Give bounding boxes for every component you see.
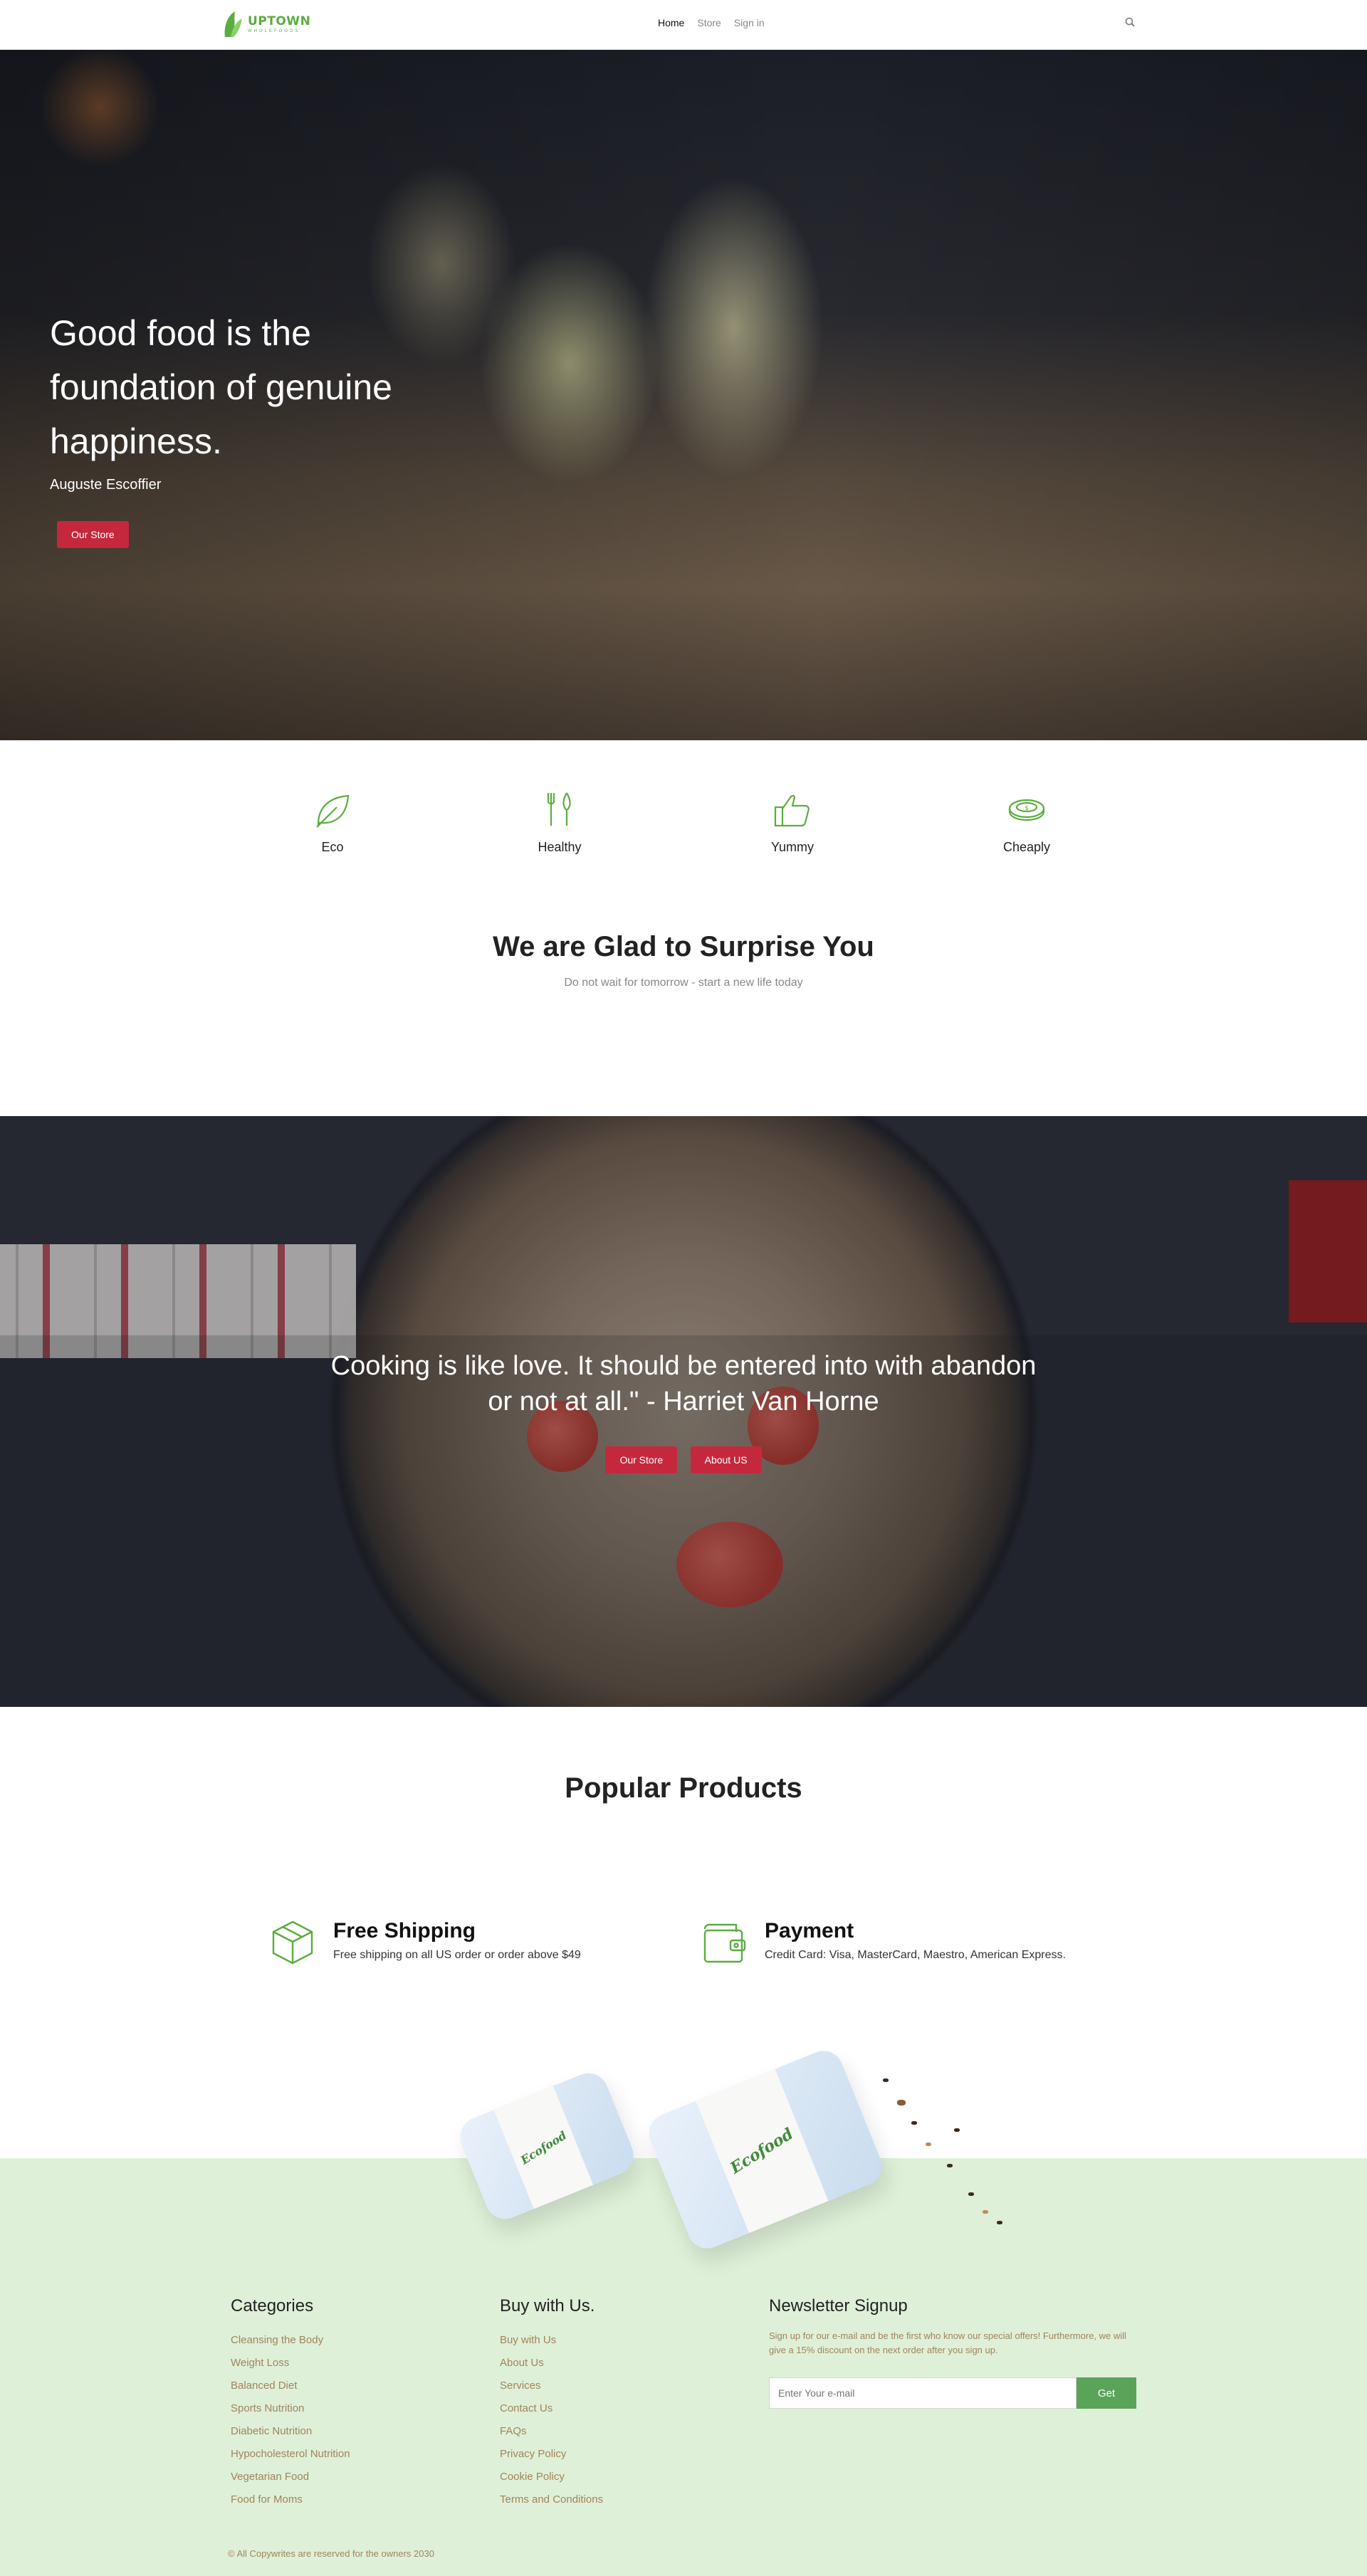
payment-title: Payment xyxy=(765,1919,854,1942)
feature-yummy: Yummy xyxy=(735,790,849,855)
copyright: © All Copywrites are reserved for the ow… xyxy=(228,2548,434,2559)
crumb-decoration xyxy=(947,2164,953,2167)
wallet-icon xyxy=(703,1923,746,1963)
features-section: Eco Healthy Yummy $ Cheaply We are Glad … xyxy=(0,740,1367,1118)
product-label: Ecofood xyxy=(518,2128,569,2167)
fork-knife-icon xyxy=(547,792,571,826)
buy-link[interactable]: Contact Us xyxy=(500,2397,603,2420)
leaf-icon xyxy=(316,794,350,828)
category-link[interactable]: Vegetarian Food xyxy=(231,2466,350,2488)
payment-text: Credit Card: Visa, MasterCard, Maestro, … xyxy=(765,1949,1066,1961)
feature-healthy: Healthy xyxy=(503,790,617,855)
newsletter-get-button[interactable]: Get xyxy=(1077,2377,1136,2409)
feature-label: Healthy xyxy=(538,840,582,854)
logo[interactable]: UPTOWN WHOLEFOODS xyxy=(222,10,310,38)
surprise-title: We are Glad to Surprise You xyxy=(493,931,874,962)
product-box-large: Ecofood xyxy=(643,2044,888,2255)
quote-our-store-button[interactable]: Our Store xyxy=(605,1446,678,1473)
product-boxes-image: Ecofood Ecofood xyxy=(454,2044,1054,2278)
buy-link[interactable]: Privacy Policy xyxy=(500,2443,603,2466)
buy-link[interactable]: About Us xyxy=(500,2352,603,2375)
nav-store[interactable]: Store xyxy=(697,17,721,28)
newsletter-form: Get xyxy=(769,2377,1136,2409)
buy-title: Buy with Us. xyxy=(500,2296,595,2315)
shipping-title: Free Shipping xyxy=(333,1919,476,1942)
hero-banner: Good food is the foundation of genuine h… xyxy=(0,50,1367,740)
categories-title: Categories xyxy=(231,2296,314,2315)
buy-link[interactable]: FAQs xyxy=(500,2420,603,2443)
buy-link[interactable]: Buy with Us xyxy=(500,2329,603,2352)
hero-title: Good food is the foundation of genuine h… xyxy=(50,313,392,461)
payment-block: Payment Credit Card: Visa, MasterCard, M… xyxy=(701,1919,1066,1966)
popular-products-title: Popular Products xyxy=(565,1772,802,1804)
crumb-decoration xyxy=(883,2078,889,2082)
feature-cheaply: $ Cheaply xyxy=(970,790,1084,855)
nav-sign-in[interactable]: Sign in xyxy=(734,17,765,28)
quote-buttons: Our Store About US xyxy=(0,1446,1367,1473)
category-link[interactable]: Weight Loss xyxy=(231,2352,350,2375)
crumb-decoration xyxy=(911,2121,917,2125)
free-shipping-block: Free Shipping Free shipping on all US or… xyxy=(269,1919,581,1966)
nav-home[interactable]: Home xyxy=(658,17,684,28)
buy-link[interactable]: Services xyxy=(500,2375,603,2397)
category-link[interactable]: Cleansing the Body xyxy=(231,2329,350,2352)
coins-icon: $ xyxy=(1008,799,1045,821)
logo-tagline: WHOLEFOODS xyxy=(248,28,300,33)
quote-top-overlay xyxy=(0,1116,1367,1335)
quote-banner: Cooking is like love. It should be enter… xyxy=(0,1116,1367,1707)
hero-author: Auguste Escoffier xyxy=(50,477,162,493)
crumb-decoration xyxy=(926,2143,931,2146)
crumb-decoration xyxy=(983,2210,988,2214)
site-header: UPTOWN WHOLEFOODS Home Store Sign in xyxy=(0,0,1367,50)
quote-text: Cooking is like love. It should be enter… xyxy=(330,1351,1037,1416)
hero-our-store-button[interactable]: Our Store xyxy=(57,521,129,548)
feature-eco: Eco xyxy=(276,790,389,855)
feature-label: Yummy xyxy=(770,840,814,854)
svg-text:$: $ xyxy=(1025,805,1029,812)
category-link[interactable]: Diabetic Nutrition xyxy=(231,2420,350,2443)
newsletter-title: Newsletter Signup xyxy=(769,2296,908,2315)
footer-categories: Categories Cleansing the Body Weight Los… xyxy=(231,2296,350,2511)
crumb-decoration xyxy=(954,2128,960,2132)
quote-about-us-button[interactable]: About US xyxy=(690,1446,762,1473)
crumb-decoration xyxy=(968,2192,974,2196)
category-link[interactable]: Sports Nutrition xyxy=(231,2397,350,2420)
feature-label: Eco xyxy=(321,840,344,854)
category-link[interactable]: Balanced Diet xyxy=(231,2375,350,2397)
shipping-text: Free shipping on all US order or order a… xyxy=(333,1949,581,1961)
thumbs-up-icon xyxy=(774,794,810,827)
main-nav: Home Store Sign in xyxy=(658,17,765,28)
crumb-decoration xyxy=(897,2100,906,2106)
search-icon[interactable] xyxy=(1125,17,1135,31)
footer-newsletter: Newsletter Signup Sign up for our e-mail… xyxy=(769,2296,1139,2409)
crumb-decoration xyxy=(997,2221,1002,2224)
logo-name: UPTOWN xyxy=(248,14,311,28)
box-icon xyxy=(272,1920,313,1965)
product-box-small: Ecofood xyxy=(454,2067,640,2225)
product-label: Ecofood xyxy=(727,2124,797,2178)
category-link[interactable]: Hypocholesterol Nutrition xyxy=(231,2443,350,2466)
logo-leaf-icon xyxy=(224,11,242,37)
category-link[interactable]: Food for Moms xyxy=(231,2488,350,2511)
newsletter-email-input[interactable] xyxy=(769,2377,1077,2409)
buy-link[interactable]: Terms and Conditions xyxy=(500,2488,603,2511)
footer-buy-with-us: Buy with Us. Buy with Us About Us Servic… xyxy=(500,2296,603,2511)
surprise-subtitle: Do not wait for tomorrow - start a new l… xyxy=(564,977,803,989)
feature-label: Cheaply xyxy=(1002,840,1051,854)
buy-link[interactable]: Cookie Policy xyxy=(500,2466,603,2488)
newsletter-text: Sign up for our e-mail and be the first … xyxy=(769,2330,1126,2355)
